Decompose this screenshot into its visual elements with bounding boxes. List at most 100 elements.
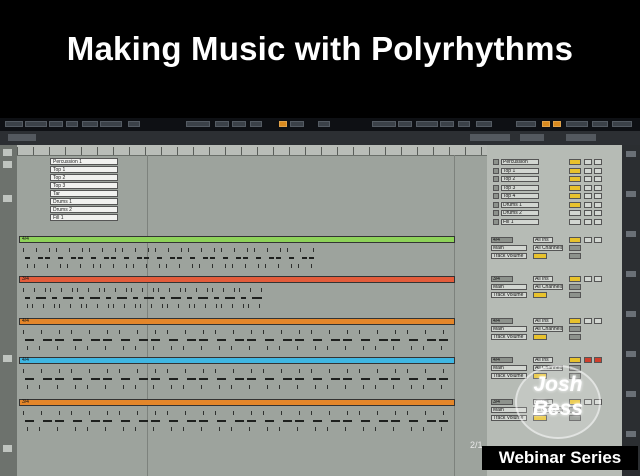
transport-control[interactable] [416,121,438,127]
transport-control[interactable] [186,121,210,127]
arm-button[interactable] [594,276,602,282]
toolbar-control[interactable] [8,134,36,141]
mixer-track-name[interactable]: Top 1 [501,167,539,174]
mixer-track-name[interactable]: Drums 1 [501,201,539,208]
monitor-select[interactable]: Main [491,284,527,290]
monitor-select[interactable]: Main [491,326,527,332]
transport-control[interactable] [232,121,246,127]
clip-bar[interactable]: 4/4 [19,318,455,325]
arm-button[interactable] [594,167,602,174]
auto-button[interactable] [533,292,547,298]
clip-bar[interactable]: 3/4 [19,276,455,283]
arm-button[interactable] [594,201,602,208]
transport-control[interactable] [592,121,608,127]
solo-button[interactable] [584,193,592,199]
mixer-track-name[interactable]: Percussion [501,159,539,165]
solo-button[interactable] [584,218,592,225]
mixer-track-name[interactable]: Top 4 [501,193,539,199]
arm-button[interactable] [594,176,602,182]
solo-button[interactable] [584,318,592,324]
toolbar-control[interactable] [566,134,596,141]
track-activator[interactable] [569,176,581,182]
input-type-select[interactable]: All Ins [533,237,553,243]
transport-control[interactable] [318,121,330,127]
transport-control[interactable] [440,121,454,127]
transport-control[interactable] [215,121,229,127]
arm-button[interactable] [594,184,602,191]
beat-ruler[interactable] [17,145,487,156]
solo-button[interactable] [584,184,592,191]
transport-control[interactable] [25,121,47,127]
clip-bar[interactable]: 3/4 [19,399,455,406]
solo-button[interactable] [584,176,592,182]
toolbar-control[interactable] [520,134,544,141]
volume-select[interactable]: Track Volume [491,334,527,340]
transport-control[interactable] [66,121,78,127]
arm-button[interactable] [594,237,602,243]
side-panel-toggle[interactable] [626,351,636,357]
transport-control[interactable] [82,121,98,127]
play-icon[interactable] [493,184,499,191]
transport-control[interactable] [516,121,536,127]
track-activator[interactable] [569,210,581,216]
arrangement-lane[interactable]: 3/4 [17,399,487,437]
mixer-track-name[interactable]: Drums 2 [501,210,539,216]
session-clip[interactable]: Tar [50,190,118,197]
volume-select[interactable]: Track Volume [491,253,527,259]
arm-button[interactable] [594,193,602,199]
side-panel-toggle[interactable] [626,191,636,197]
monitor-select[interactable]: Main [491,245,527,251]
track-activator[interactable] [569,184,581,191]
track-activator[interactable] [569,276,581,282]
solo-button[interactable] [584,210,592,216]
side-panel-toggle[interactable] [626,391,636,397]
session-clip[interactable]: Top 3 [50,182,118,189]
record-toggle[interactable] [279,121,287,127]
transport-control[interactable] [398,121,412,127]
side-panel-toggle[interactable] [626,231,636,237]
browser-toggle[interactable] [3,161,12,168]
input-type-select[interactable]: All Ins [533,357,553,363]
session-clip[interactable]: Percussion 1 [50,158,118,165]
transport-control[interactable] [290,121,304,127]
session-clip[interactable]: Top 1 [50,166,118,173]
track-activator[interactable] [569,218,581,225]
session-clip[interactable]: Fill 1 [50,214,118,221]
solo-button[interactable] [584,357,592,363]
transport-control[interactable] [612,121,632,127]
track-activator[interactable] [569,318,581,324]
transport-control[interactable] [49,121,63,127]
browser-toggle[interactable] [3,195,12,202]
arm-button[interactable] [594,357,602,363]
channel-select[interactable]: All Channels [533,245,563,251]
arm-button[interactable] [594,318,602,324]
track-pan[interactable] [569,326,581,332]
arrangement-lane[interactable]: 4/4 [17,357,487,395]
track-activator[interactable] [569,201,581,208]
solo-button[interactable] [584,167,592,174]
session-clip[interactable]: Drums 1 [50,198,118,205]
play-icon[interactable] [493,193,499,199]
track-pan[interactable] [569,245,581,251]
browser-toggle[interactable] [3,355,12,362]
send-knob[interactable] [569,253,581,259]
transport-control[interactable] [476,121,492,127]
play-icon[interactable] [493,201,499,208]
track-activator[interactable] [569,237,581,243]
arrangement-lane[interactable]: 4/4 [17,318,487,356]
track-pan[interactable] [569,284,581,290]
channel-select[interactable]: All Channels [533,284,563,290]
channel-select[interactable]: All Channels [533,326,563,332]
transport-control[interactable] [250,121,262,127]
monitor-select[interactable]: Main [491,365,527,371]
midi-map-toggle[interactable] [553,121,561,127]
transport-control[interactable] [5,121,23,127]
arm-button[interactable] [594,159,602,165]
toolbar-control[interactable] [470,134,510,141]
arrangement-lane[interactable]: 4/4 [17,236,487,274]
side-panel-toggle[interactable] [626,431,636,437]
arm-button[interactable] [594,218,602,225]
play-icon[interactable] [493,218,499,225]
side-panel-toggle[interactable] [626,271,636,277]
session-clip[interactable]: Drums 2 [50,206,118,213]
